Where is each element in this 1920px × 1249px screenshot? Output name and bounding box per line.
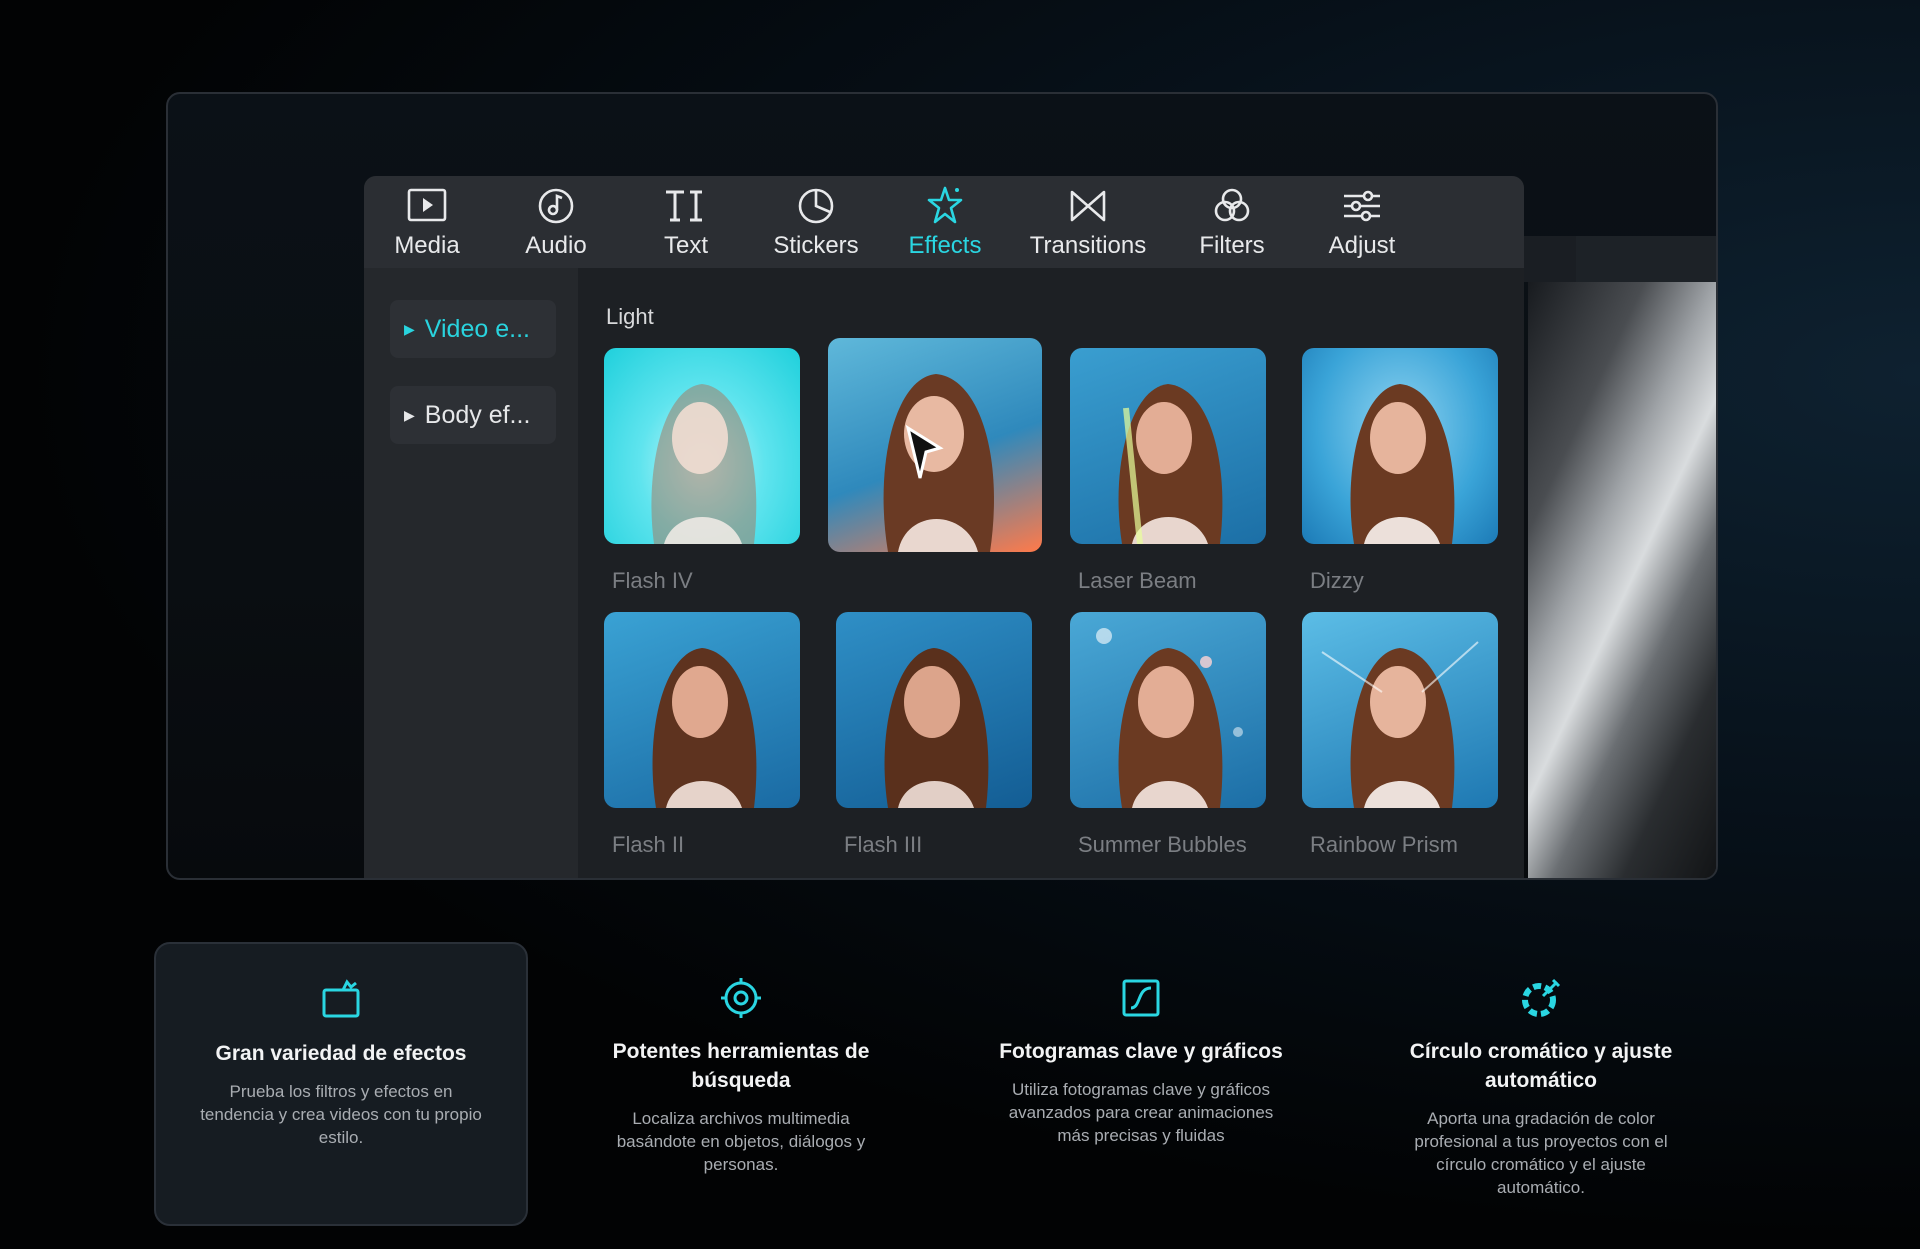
- text-icon: [666, 190, 702, 222]
- portrait-image: [651, 384, 757, 544]
- effect-name: Flash IV: [612, 568, 693, 593]
- effect-thumbnail-flash-ii[interactable]: [604, 612, 800, 808]
- portrait-image: [1321, 641, 1479, 808]
- tool-audio[interactable]: Audio: [490, 176, 622, 268]
- effect-thumbnail-dizzy[interactable]: [1302, 348, 1498, 544]
- toolbar: Media Audio Text Stickers Effects Transi…: [364, 176, 1524, 268]
- effect-thumbnail-selected[interactable]: [828, 338, 1042, 552]
- feature-card-search[interactable]: Potentes herramientas de búsqueda Locali…: [554, 942, 928, 1226]
- preview-frame: Media Audio Text Stickers Effects Transi…: [166, 92, 1718, 880]
- feature-description: Utiliza fotogramas clave y gráficos avan…: [1008, 1080, 1274, 1145]
- sidebar-item-label: Body ef...: [424, 400, 531, 429]
- portrait-image: [1118, 384, 1223, 544]
- effects-icon: [927, 186, 963, 224]
- sidebar-item-video-effects[interactable]: ▶ Video e...: [390, 300, 556, 358]
- keyframe-curve-icon: [1122, 979, 1160, 1017]
- effect-thumbnail-flash-iv[interactable]: [604, 348, 800, 544]
- filters-icon: [1214, 188, 1250, 222]
- tool-label: Filters: [1199, 232, 1265, 259]
- tool-transitions[interactable]: Transitions: [1008, 176, 1168, 268]
- effect-thumbnail-summer-bubbles[interactable]: [1070, 612, 1266, 808]
- tool-label: Effects: [908, 232, 982, 259]
- feature-title: Círculo cromático y ajuste automático: [1409, 1040, 1673, 1092]
- adjust-icon: [1344, 190, 1380, 222]
- media-icon: [407, 188, 447, 222]
- feature-description: Localiza archivos multimedia basándote e…: [616, 1109, 866, 1174]
- feature-card-effects[interactable]: Gran variedad de efectos Prueba los filt…: [154, 942, 528, 1226]
- effect-name: Flash II: [612, 832, 685, 857]
- effects-folder-icon: [322, 979, 360, 1018]
- effect-name: Summer Bubbles: [1078, 832, 1247, 857]
- feature-description: Prueba los filtros y efectos en tendenci…: [200, 1082, 482, 1147]
- feature-title: Potentes herramientas de búsqueda: [612, 1040, 870, 1092]
- feature-card-color-wheel[interactable]: Círculo cromático y ajuste automático Ap…: [1354, 942, 1728, 1226]
- effect-name: Dizzy: [1310, 568, 1364, 593]
- effect-thumbnail-partial[interactable]: [1070, 878, 1266, 880]
- portrait-image: [1096, 628, 1243, 808]
- effect-thumbnail-partial[interactable]: [836, 878, 1032, 880]
- caret-right-icon: ▶: [404, 320, 415, 337]
- effect-thumbnail-partial[interactable]: [1302, 878, 1498, 880]
- tool-label: Audio: [525, 232, 587, 259]
- tool-label: Stickers: [773, 232, 859, 259]
- tool-effects[interactable]: Effects: [882, 176, 1008, 268]
- feature-title: Gran variedad de efectos: [215, 1042, 467, 1065]
- audio-icon: [538, 188, 574, 224]
- features-section: Gran variedad de efectos Prueba los filt…: [154, 942, 1714, 1228]
- feature-title: Fotogramas clave y gráficos: [999, 1040, 1283, 1063]
- editor-panel: Media Audio Text Stickers Effects Transi…: [364, 176, 1524, 880]
- tool-label: Text: [663, 232, 708, 259]
- target-search-icon: [721, 978, 761, 1018]
- section-label: Light: [606, 304, 654, 329]
- effect-name: Laser Beam: [1078, 568, 1197, 593]
- portrait-image: [884, 648, 989, 808]
- tool-filters[interactable]: Filters: [1168, 176, 1296, 268]
- caret-right-icon: ▶: [404, 406, 415, 423]
- transitions-icon: [1070, 190, 1106, 222]
- tool-adjust[interactable]: Adjust: [1296, 176, 1428, 268]
- effects-grid: Light Flash IV Laser Beam Dizzy Flash II…: [578, 268, 1524, 880]
- sidebar-item-label: Video e...: [424, 314, 530, 343]
- effects-sidebar: ▶ Video e... ▶ Body ef...: [364, 268, 578, 878]
- background-video-preview: [1388, 236, 1716, 878]
- stickers-icon: [798, 188, 834, 224]
- effect-thumbnail-partial[interactable]: [604, 878, 800, 880]
- effect-thumbnail-flash-iii[interactable]: [836, 612, 1032, 808]
- tool-label: Transitions: [1029, 232, 1147, 259]
- sidebar-item-body-effects[interactable]: ▶ Body ef...: [390, 386, 556, 444]
- tool-label: Media: [394, 232, 460, 259]
- effect-name: Rainbow Prism: [1310, 832, 1458, 857]
- effect-thumbnail-laser-beam[interactable]: [1070, 348, 1266, 544]
- color-wheel-icon: [1522, 978, 1561, 1017]
- effect-thumbnail-rainbow-prism[interactable]: [1302, 612, 1498, 808]
- portrait-image: [883, 374, 994, 552]
- portrait-image: [1350, 384, 1455, 544]
- tool-stickers[interactable]: Stickers: [750, 176, 882, 268]
- feature-card-keyframes[interactable]: Fotogramas clave y gráficos Utiliza foto…: [954, 942, 1328, 1226]
- feature-description: Aporta una gradación de color profesiona…: [1414, 1109, 1668, 1197]
- tool-label: Adjust: [1328, 232, 1396, 259]
- tool-text[interactable]: Text: [622, 176, 750, 268]
- tool-media[interactable]: Media: [364, 176, 490, 268]
- effect-name: Flash III: [844, 832, 923, 857]
- portrait-image: [652, 648, 757, 808]
